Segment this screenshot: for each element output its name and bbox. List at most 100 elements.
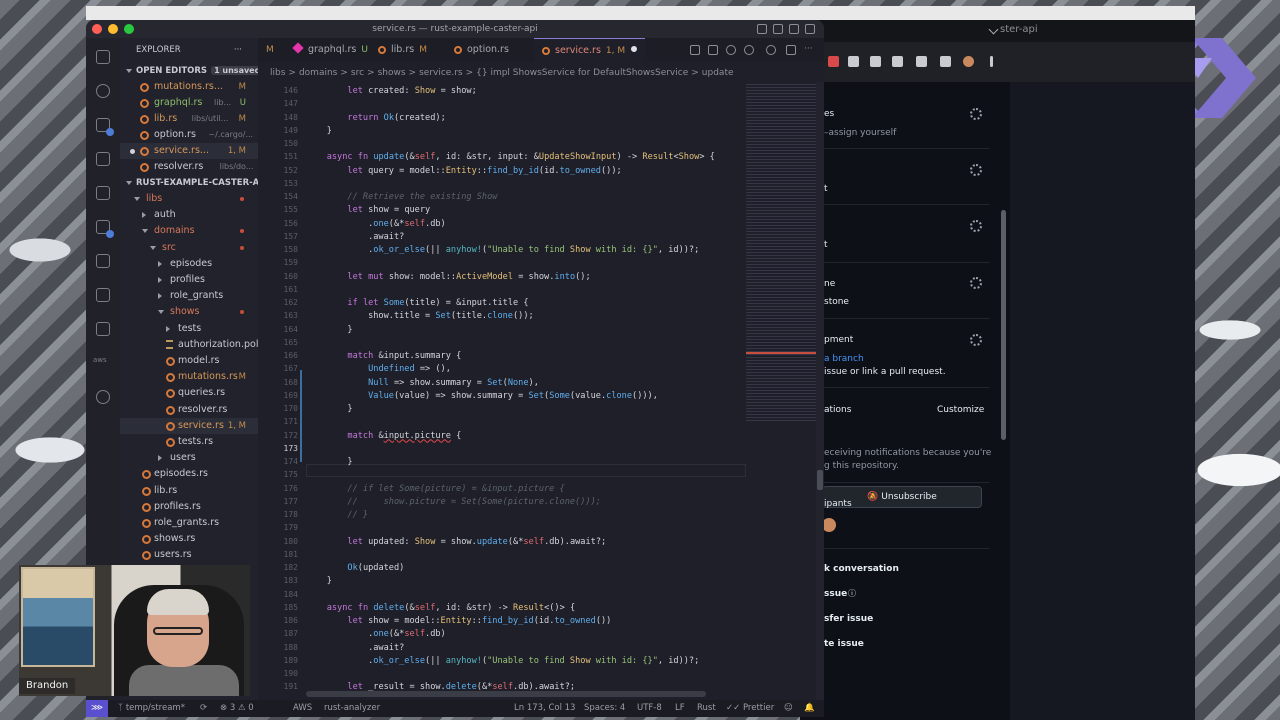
code-line[interactable]: .await? [306,232,404,242]
file-item[interactable]: resolver.rs [120,402,258,418]
zoom-window-icon[interactable] [124,24,134,34]
code-line[interactable]: // if let Some(picture) = &input.picture… [306,484,564,494]
code-line[interactable]: let updated: Show = show.update(&*self.d… [306,537,606,547]
testing-icon[interactable] [96,288,110,302]
folder-item[interactable]: domains [120,223,258,239]
go-back-icon[interactable] [708,45,718,55]
code-line[interactable]: .await? [306,643,404,653]
toggle-panel-icon[interactable] [773,24,783,34]
code-line[interactable]: let show = model::Entity::find_by_id(id.… [306,616,611,626]
code-line[interactable]: Null => show.summary = Set(None), [306,378,539,388]
code-line[interactable]: match &input.picture { [306,431,461,441]
lock-conversation-link[interactable]: k conversation [824,564,899,574]
indentation[interactable]: Spaces: 4 [584,700,625,717]
editor-tab[interactable]: option.rs [446,38,517,62]
file-item[interactable]: model.rs [120,353,258,369]
code-line[interactable]: show.title = Set(title.clone()); [306,311,534,321]
labels-gear-icon[interactable] [970,164,982,176]
code-line[interactable]: Ok(updated) [306,563,404,573]
code-line[interactable]: return Ok(created); [306,113,445,123]
folder-item[interactable]: libs [120,191,258,207]
customize-layout-icon[interactable] [805,24,815,34]
folder-item[interactable]: episodes [120,256,258,272]
branch-indicator[interactable]: ᛉ temp/stream* [118,700,185,717]
code-line[interactable]: async fn delete(&self, id: &str) -> Resu… [306,603,575,613]
rust-analyzer-status[interactable]: rust-analyzer [324,700,380,717]
code-line[interactable]: // show.picture = Set(Some(picture.clone… [306,497,601,507]
projects-gear-icon[interactable] [970,220,982,232]
gitlens-compare-icon[interactable] [766,45,776,55]
open-editor-item[interactable]: option.rs ~/.cargo/... [120,127,258,143]
open-editor-item[interactable]: lib.rs libs/util... M [120,111,258,127]
browser-tab-title[interactable]: ster-api [1000,24,1038,35]
file-item[interactable]: episodes.rs [120,466,258,482]
toggle-sidebar-icon[interactable] [757,24,767,34]
assign-yourself-link[interactable]: –assign yourself [824,128,896,138]
milestone-gear-icon[interactable] [970,277,982,289]
code-line[interactable]: .ok_or_else(|| anyhow!("Unable to find S… [306,656,699,666]
code-editor[interactable]: 146 147 148 149 150 151 152 153 154 155 156 157 158 1… [258,82,824,703]
minimap[interactable] [746,82,816,422]
code-line[interactable]: .one(&*self.db) [306,219,446,229]
code-line[interactable]: } [306,325,352,335]
git-change-marker[interactable] [300,422,302,462]
development-gear-icon[interactable] [970,334,982,346]
file-item[interactable]: mutations.rs M [120,369,258,385]
pin-issue-link[interactable]: ssue [824,589,847,599]
code-line[interactable]: .one(&*self.db) [306,629,446,639]
code-line[interactable]: } [306,404,352,414]
code-line[interactable]: let show = query [306,205,430,215]
breadcrumb-item[interactable]: update [702,68,734,78]
open-editor-item[interactable]: service.rs... 1, M [120,143,258,159]
code-line[interactable]: async fn update(&self, id: &str, input: … [306,152,715,162]
code-line[interactable]: Value(value) => show.summary = Set(Some(… [306,391,658,401]
breadcrumb-item[interactable]: shows [378,68,406,78]
open-editor-item[interactable]: mutations.rs... M [120,79,258,95]
editor-tab[interactable]: lib.rs M [370,38,435,62]
problems-indicator[interactable]: ⊗ 3 ⚠ 0 [220,700,254,717]
sync-icon[interactable]: ⟳ [200,700,207,717]
file-item[interactable]: queries.rs [120,385,258,401]
code-line[interactable]: // Retrieve the existing Show [306,192,497,202]
project-section[interactable]: RUST-EXAMPLE-CASTER-API [120,175,258,191]
split-editor-icon[interactable] [786,45,796,55]
extension-icon[interactable] [916,56,927,67]
unsaved-dot-icon[interactable] [631,46,638,52]
editor-tab[interactable]: M [258,38,282,62]
code-line[interactable]: Undefined => (), [306,364,451,374]
breadcrumb-item[interactable]: libs [270,68,285,78]
delete-issue-link[interactable]: te issue [824,639,864,649]
remote-explorer-icon[interactable] [96,186,110,200]
aws-icon[interactable]: aws [93,356,113,370]
breadcrumb-item[interactable]: domains [299,68,337,78]
encoding[interactable]: UTF-8 [637,700,662,717]
code-line[interactable]: let _result = show.delete(&*self.db).awa… [306,682,575,692]
folder-item[interactable]: shows [120,304,258,320]
aws-status[interactable]: AWS [293,700,312,717]
folder-item[interactable]: users [120,450,258,466]
revert-icon[interactable] [726,45,736,55]
end-of-line[interactable]: LF [675,700,685,717]
remote-indicator-icon[interactable]: ⋙ [86,700,108,717]
editor-tab[interactable]: service.rs 1, M [534,38,646,63]
file-item[interactable]: tests.rs [120,434,258,450]
open-editor-item[interactable]: graphql.rs lib... U [120,95,258,111]
toggle-secondary-sidebar-icon[interactable] [789,24,799,34]
cursor-position[interactable]: Ln 173, Col 13 [514,700,575,717]
feedback-icon[interactable]: ☺ [784,700,793,717]
code-line[interactable]: let created: Show = show; [306,86,476,96]
code-line[interactable]: } [306,457,352,467]
github-icon[interactable] [96,322,110,336]
file-item[interactable]: service.rs 1, M [120,417,258,434]
notifications-bell-icon[interactable]: 🔔 [804,700,815,717]
prettier-status[interactable]: ✓✓ Prettier [726,700,774,717]
docker-icon[interactable] [96,254,110,268]
code-line[interactable]: .ok_or_else(|| anyhow!("Unable to find S… [306,245,699,255]
extension-icon[interactable] [870,56,881,67]
code-line[interactable]: } [306,576,332,586]
breadcrumb-item[interactable]: src [351,68,364,78]
open-editor-item[interactable]: resolver.rs libs/do... [120,159,258,175]
code-line[interactable]: let query = model::Entity::find_by_id(id… [306,166,621,176]
breadcrumb-item[interactable]: {} impl ShowsService for DefaultShowsSer… [476,68,688,78]
code-line[interactable]: let mut show: model::ActiveModel = show.… [306,272,590,282]
